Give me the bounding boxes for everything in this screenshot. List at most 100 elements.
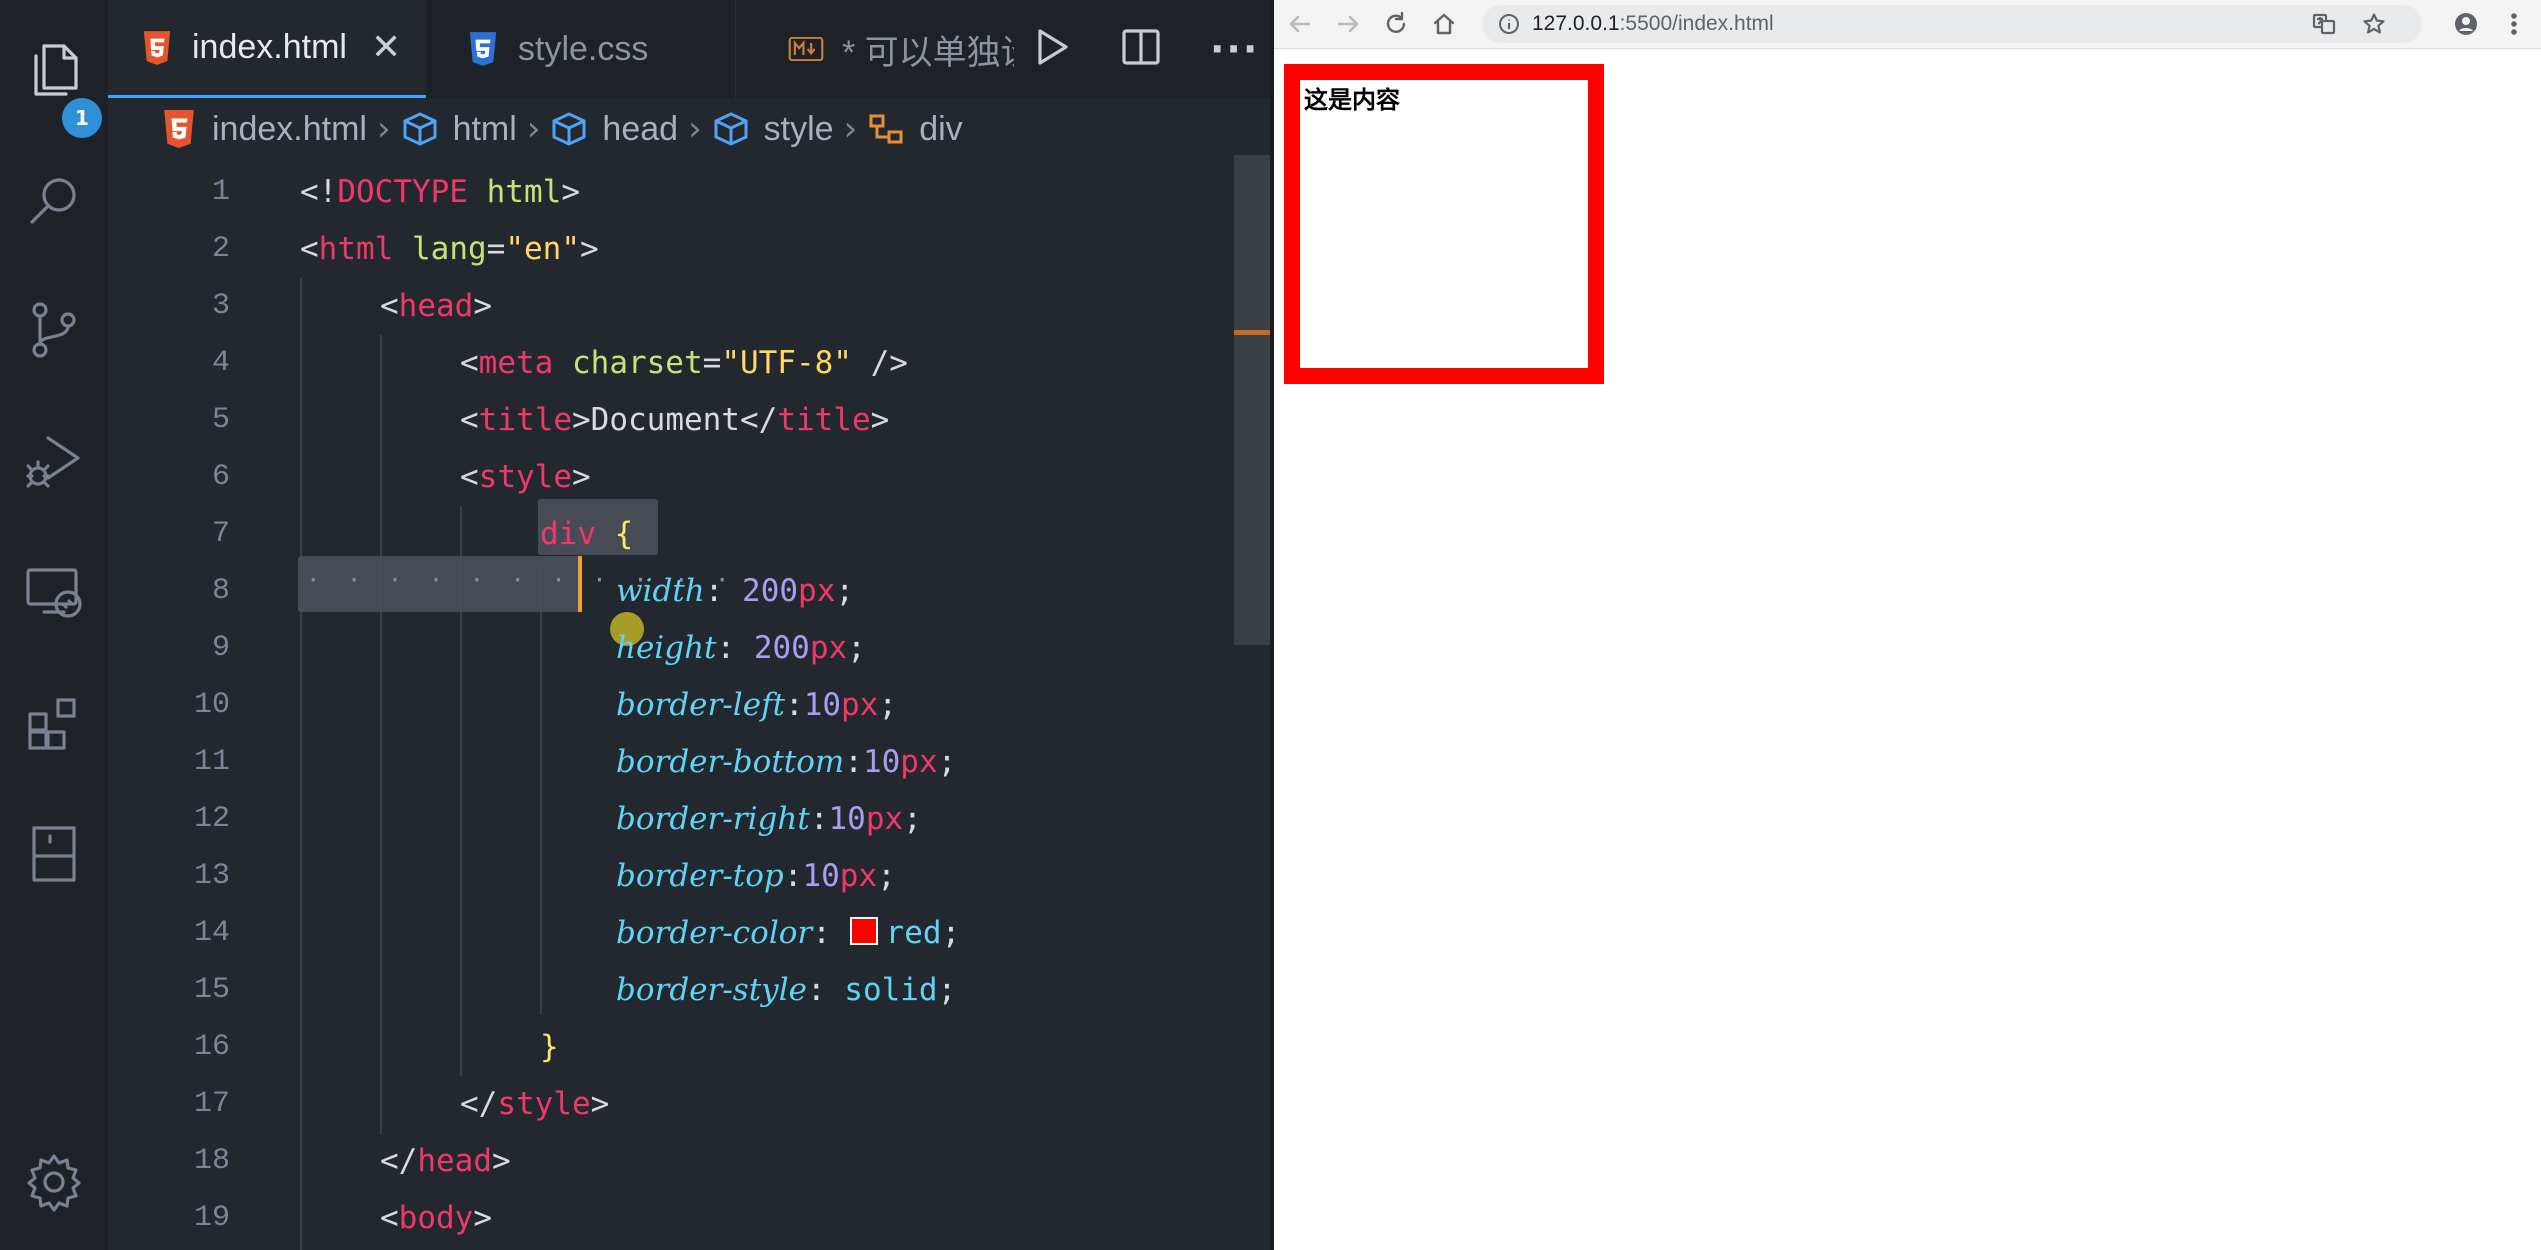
url-text: 127.0.0.1:5500/index.html bbox=[1532, 12, 1774, 35]
breadcrumb-item-head[interactable]: head bbox=[550, 110, 678, 149]
tab-index-html[interactable]: index.html ✕ bbox=[108, 0, 426, 98]
breadcrumb-item-div[interactable]: div bbox=[867, 110, 963, 149]
run-debug-button[interactable] bbox=[12, 420, 96, 504]
editor-tab-bar: index.html ✕ style.css * 可以单独设 ··· bbox=[108, 0, 1270, 98]
run-button[interactable] bbox=[1030, 26, 1072, 72]
bookmarks-button[interactable] bbox=[12, 812, 96, 896]
home-button[interactable] bbox=[1426, 6, 1462, 42]
code-line: border-right:10px; bbox=[616, 801, 922, 837]
code-line: border-color: red; bbox=[616, 915, 961, 951]
line-number: 19 bbox=[193, 1201, 230, 1235]
code-line: </head> bbox=[380, 1143, 511, 1179]
explorer-button[interactable]: 1 bbox=[12, 28, 102, 138]
activity-bar: 1 bbox=[0, 0, 108, 1250]
line-number: 2 bbox=[211, 232, 230, 266]
scrollbar-cursor-marker bbox=[1234, 330, 1270, 335]
line-number: 4 bbox=[211, 346, 230, 380]
line-number: 15 bbox=[193, 973, 230, 1007]
div-content-text: 这是内容 bbox=[1304, 86, 1400, 114]
split-editor-icon bbox=[1122, 29, 1160, 65]
info-icon bbox=[1499, 14, 1519, 34]
extensions-button[interactable] bbox=[12, 682, 96, 766]
code-line: <html lang="en"> bbox=[300, 231, 599, 267]
reload-icon bbox=[1386, 11, 1406, 33]
line-number: 5 bbox=[211, 403, 230, 437]
tab-label: index.html bbox=[192, 28, 347, 66]
bookmark-star-button[interactable] bbox=[2362, 5, 2386, 43]
profile-button[interactable] bbox=[2448, 6, 2484, 42]
tab-style-css[interactable]: style.css bbox=[426, 0, 736, 98]
close-icon[interactable]: ✕ bbox=[371, 27, 401, 68]
browser-window: 127.0.0.1:5500/index.html 这是内容 bbox=[1274, 0, 2541, 1250]
code-line: border-top:10px; bbox=[616, 858, 896, 894]
files-icon bbox=[34, 44, 78, 96]
home-icon bbox=[1433, 13, 1455, 35]
color-swatch[interactable] bbox=[849, 916, 878, 945]
code-editor[interactable]: 1 index.html ✕ style.css * 可以单独 ··· inde… bbox=[0, 0, 1270, 1250]
code-line: <title>Document</title> bbox=[460, 402, 890, 438]
settings-button[interactable] bbox=[12, 1140, 96, 1224]
chevron-right-icon: › bbox=[843, 109, 858, 149]
code-line: border-left:10px; bbox=[616, 687, 898, 723]
code-line: <body> bbox=[380, 1200, 492, 1236]
code-area[interactable]: <!DOCTYPE html> <html lang="en"> <head> … bbox=[300, 164, 1230, 1247]
breadcrumb-item-file[interactable]: index.html bbox=[160, 110, 367, 149]
code-line: div { bbox=[540, 516, 634, 552]
code-line: <head> bbox=[380, 288, 492, 324]
editor-actions: ··· bbox=[1016, 0, 1259, 98]
html5-file-icon bbox=[164, 110, 194, 148]
code-line: } bbox=[540, 1029, 559, 1065]
reload-button[interactable] bbox=[1378, 6, 1414, 42]
line-number: 14 bbox=[193, 916, 230, 950]
tab-label: style.css bbox=[518, 29, 649, 68]
code-line: </style> bbox=[460, 1086, 610, 1122]
account-icon bbox=[2455, 13, 2477, 35]
bordered-div: 这是内容 bbox=[1284, 64, 1604, 384]
remote-explorer-button[interactable] bbox=[12, 550, 96, 634]
page-viewport: 这是内容 bbox=[1274, 49, 2541, 1250]
line-number: 6 bbox=[211, 460, 230, 494]
split-editor-button[interactable] bbox=[1120, 26, 1162, 72]
line-number: 9 bbox=[211, 631, 230, 665]
cube-icon bbox=[552, 112, 586, 146]
tab-markdown-file[interactable]: * 可以单独设 bbox=[764, 0, 1014, 98]
code-line: <style> bbox=[460, 459, 591, 495]
source-control-button[interactable] bbox=[12, 288, 96, 372]
breadcrumb: index.html › html › head › style › div bbox=[108, 98, 1270, 160]
translate-button[interactable] bbox=[2312, 5, 2336, 43]
remote-explorer-icon bbox=[26, 568, 82, 618]
chevron-right-icon: › bbox=[688, 109, 702, 149]
address-bar[interactable]: 127.0.0.1:5500/index.html bbox=[1482, 5, 2422, 43]
code-line: <!DOCTYPE html> bbox=[300, 174, 580, 210]
line-number-gutter: 1 2 3 4 5 6 7 8 9 10 11 12 13 14 15 16 1… bbox=[108, 164, 248, 1247]
selector-icon bbox=[869, 114, 903, 144]
gear-icon bbox=[27, 1154, 81, 1212]
code-line: width: 200px; bbox=[616, 573, 855, 609]
run-debug-icon bbox=[26, 436, 80, 488]
more-actions-icon[interactable]: ··· bbox=[1210, 27, 1259, 71]
css3-file-icon bbox=[466, 30, 500, 68]
vertical-scrollbar[interactable] bbox=[1234, 155, 1270, 645]
html5-file-icon bbox=[140, 29, 174, 67]
bookmark-panel-icon bbox=[32, 826, 76, 882]
line-number: 16 bbox=[193, 1030, 230, 1064]
browser-menu-button[interactable] bbox=[2496, 6, 2532, 42]
play-icon bbox=[1038, 29, 1068, 65]
search-button[interactable] bbox=[12, 158, 96, 242]
extensions-icon bbox=[28, 698, 76, 750]
chevron-right-icon: › bbox=[526, 109, 541, 149]
forward-button[interactable] bbox=[1330, 6, 1366, 42]
more-vertical-icon bbox=[2511, 13, 2517, 35]
tab-label: * 可以单独设 bbox=[842, 33, 1014, 72]
line-number: 17 bbox=[193, 1087, 230, 1121]
line-number: 8 bbox=[211, 574, 230, 608]
star-icon bbox=[2363, 13, 2385, 34]
arrow-left-icon bbox=[1289, 15, 1311, 33]
code-line: border-style: solid; bbox=[616, 972, 957, 1008]
arrow-right-icon bbox=[1337, 15, 1359, 33]
line-number: 13 bbox=[193, 859, 230, 893]
back-button[interactable] bbox=[1282, 6, 1318, 42]
breadcrumb-item-style[interactable]: style bbox=[712, 110, 834, 149]
breadcrumb-item-html[interactable]: html bbox=[401, 110, 517, 149]
line-number: 10 bbox=[193, 688, 230, 722]
